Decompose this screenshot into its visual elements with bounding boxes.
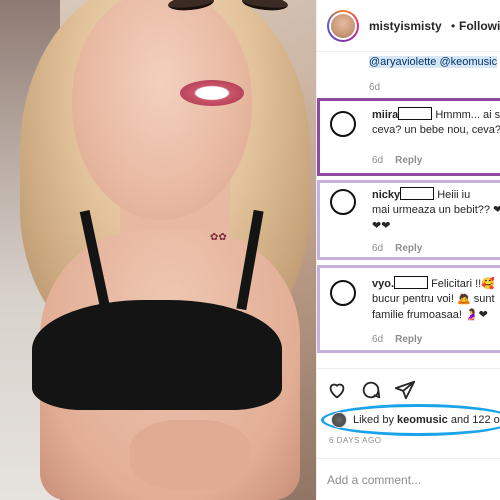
commenter-username[interactable]: miira xyxy=(372,109,398,121)
redaction-box xyxy=(394,276,429,289)
comment-icon[interactable] xyxy=(359,378,383,402)
add-comment-bar: Add a comment... xyxy=(317,458,500,500)
photo-top xyxy=(32,300,282,410)
likes-prefix: Liked by xyxy=(353,414,398,426)
reply-button[interactable]: Reply xyxy=(395,334,422,345)
comment-text-line1: vyo. Felicitari !!🥰 xyxy=(372,276,500,292)
likes-count[interactable]: and 122 o xyxy=(448,414,500,426)
redaction-box xyxy=(398,107,433,120)
likes-text: Liked by keomusic and 122 o xyxy=(353,414,500,426)
post-side-panel: mistyismisty • Following @aryaviolette @… xyxy=(316,0,500,500)
commenter-avatar[interactable] xyxy=(330,280,356,306)
comment-body: Felicitari !!🥰 xyxy=(431,278,495,290)
comment-text-line3: ❤❤ xyxy=(372,220,391,232)
post-header: mistyismisty • Following xyxy=(317,0,500,52)
likes-summary[interactable]: Liked by keomusic and 122 o xyxy=(321,404,500,436)
comment-body: Heiii iu xyxy=(437,189,471,201)
comment-text-line2: ceva? un bebe nou, ceva? xyxy=(372,124,500,136)
comment-body: Hmmm... ai sa xyxy=(435,109,500,121)
commenter-username[interactable]: vyo. xyxy=(372,278,394,290)
comment-text-line3: familie frumoasaa! 🤰❤ xyxy=(372,309,488,321)
photo-tattoo: ✿✿ xyxy=(210,232,227,243)
photo-left-eye xyxy=(167,0,215,13)
reply-button[interactable]: Reply xyxy=(395,155,422,166)
redaction-box xyxy=(400,187,435,200)
comment-item: vyo. Felicitari !!🥰 bucur pentru voi! 🙇 … xyxy=(317,265,500,353)
commenter-avatar[interactable] xyxy=(330,189,356,215)
add-comment-input[interactable]: Add a comment... xyxy=(327,473,421,487)
author-avatar[interactable] xyxy=(327,10,359,42)
photo-smile xyxy=(180,80,244,106)
photo-face xyxy=(72,0,289,220)
caption-mentions[interactable]: @aryaviolette @keomusic xyxy=(369,56,498,68)
share-icon[interactable] xyxy=(393,378,417,402)
post-date[interactable]: 6 DAYS AGO xyxy=(329,436,381,445)
comment-time[interactable]: 6d xyxy=(372,155,383,166)
reply-button[interactable]: Reply xyxy=(395,243,422,254)
comment-item: miira Hmmm... ai sa ceva? un bebe nou, c… xyxy=(317,98,500,176)
comment-time[interactable]: 6d xyxy=(372,243,383,254)
liker-avatar[interactable] xyxy=(331,412,347,428)
comment-time[interactable]: 6d xyxy=(372,334,383,345)
comment-meta: 6d Reply xyxy=(372,334,422,345)
caption-time[interactable]: 6d xyxy=(369,82,380,93)
author-username[interactable]: mistyismisty xyxy=(369,19,442,33)
following-button[interactable]: Following xyxy=(459,19,500,33)
header-separator: • xyxy=(451,19,456,33)
comment-item: nicky Heiii iu mai urmeaza un bebit?? ❤ … xyxy=(317,180,500,260)
comment-meta: 6d Reply xyxy=(372,155,422,166)
comment-text-line1: miira Hmmm... ai sa xyxy=(372,107,500,123)
comment-text-line2: mai urmeaza un bebit?? ❤ xyxy=(372,204,500,216)
heart-icon[interactable] xyxy=(325,378,349,402)
liker-username[interactable]: keomusic xyxy=(397,414,448,426)
comment-text-line1: nicky Heiii iu xyxy=(372,187,500,203)
commenter-username[interactable]: nicky xyxy=(372,189,400,201)
divider xyxy=(317,368,500,369)
post-photo[interactable]: ✿✿ xyxy=(0,0,316,500)
comment-text-line2: bucur pentru voi! 🙇 sunt xyxy=(372,293,495,305)
author-avatar-image xyxy=(329,12,357,40)
commenter-avatar[interactable] xyxy=(330,111,356,137)
photo-hand xyxy=(130,420,250,490)
action-bar xyxy=(325,378,435,404)
comment-meta: 6d Reply xyxy=(372,243,422,254)
